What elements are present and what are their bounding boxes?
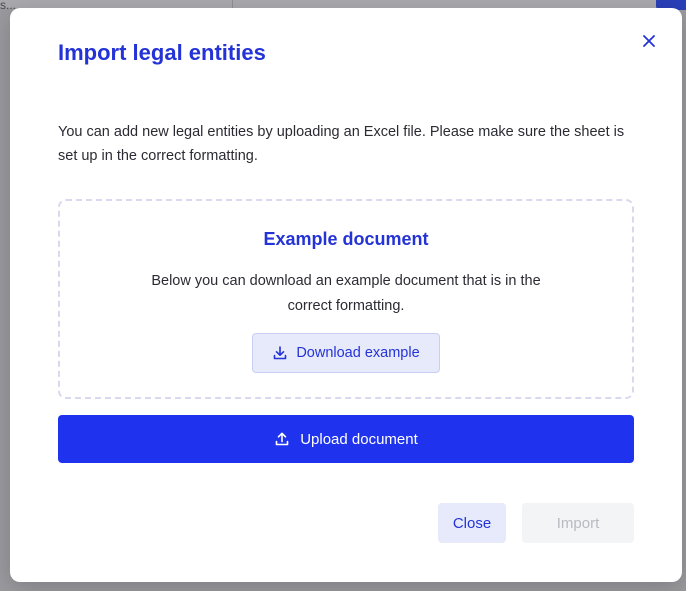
background-header: [0, 0, 686, 8]
example-document-panel: Example document Below you can download …: [58, 199, 634, 399]
close-button[interactable]: Close: [438, 503, 506, 543]
upload-icon: [274, 431, 290, 447]
import-dialog: Import legal entities You can add new le…: [10, 8, 682, 582]
dialog-title: Import legal entities: [58, 40, 266, 65]
upload-document-label: Upload document: [300, 430, 418, 448]
download-example-label: Download example: [296, 345, 420, 361]
example-document-title: Example document: [263, 229, 429, 249]
download-icon: [272, 345, 288, 361]
intro-text: You can add new legal entities by upload…: [58, 124, 625, 164]
import-button[interactable]: Import: [522, 503, 634, 543]
close-icon[interactable]: [640, 32, 658, 50]
download-example-button[interactable]: Download example: [252, 333, 440, 373]
upload-document-button[interactable]: Upload document: [58, 415, 634, 463]
example-document-description: Below you can download an example docume…: [151, 273, 541, 314]
background-divider: [232, 0, 233, 8]
